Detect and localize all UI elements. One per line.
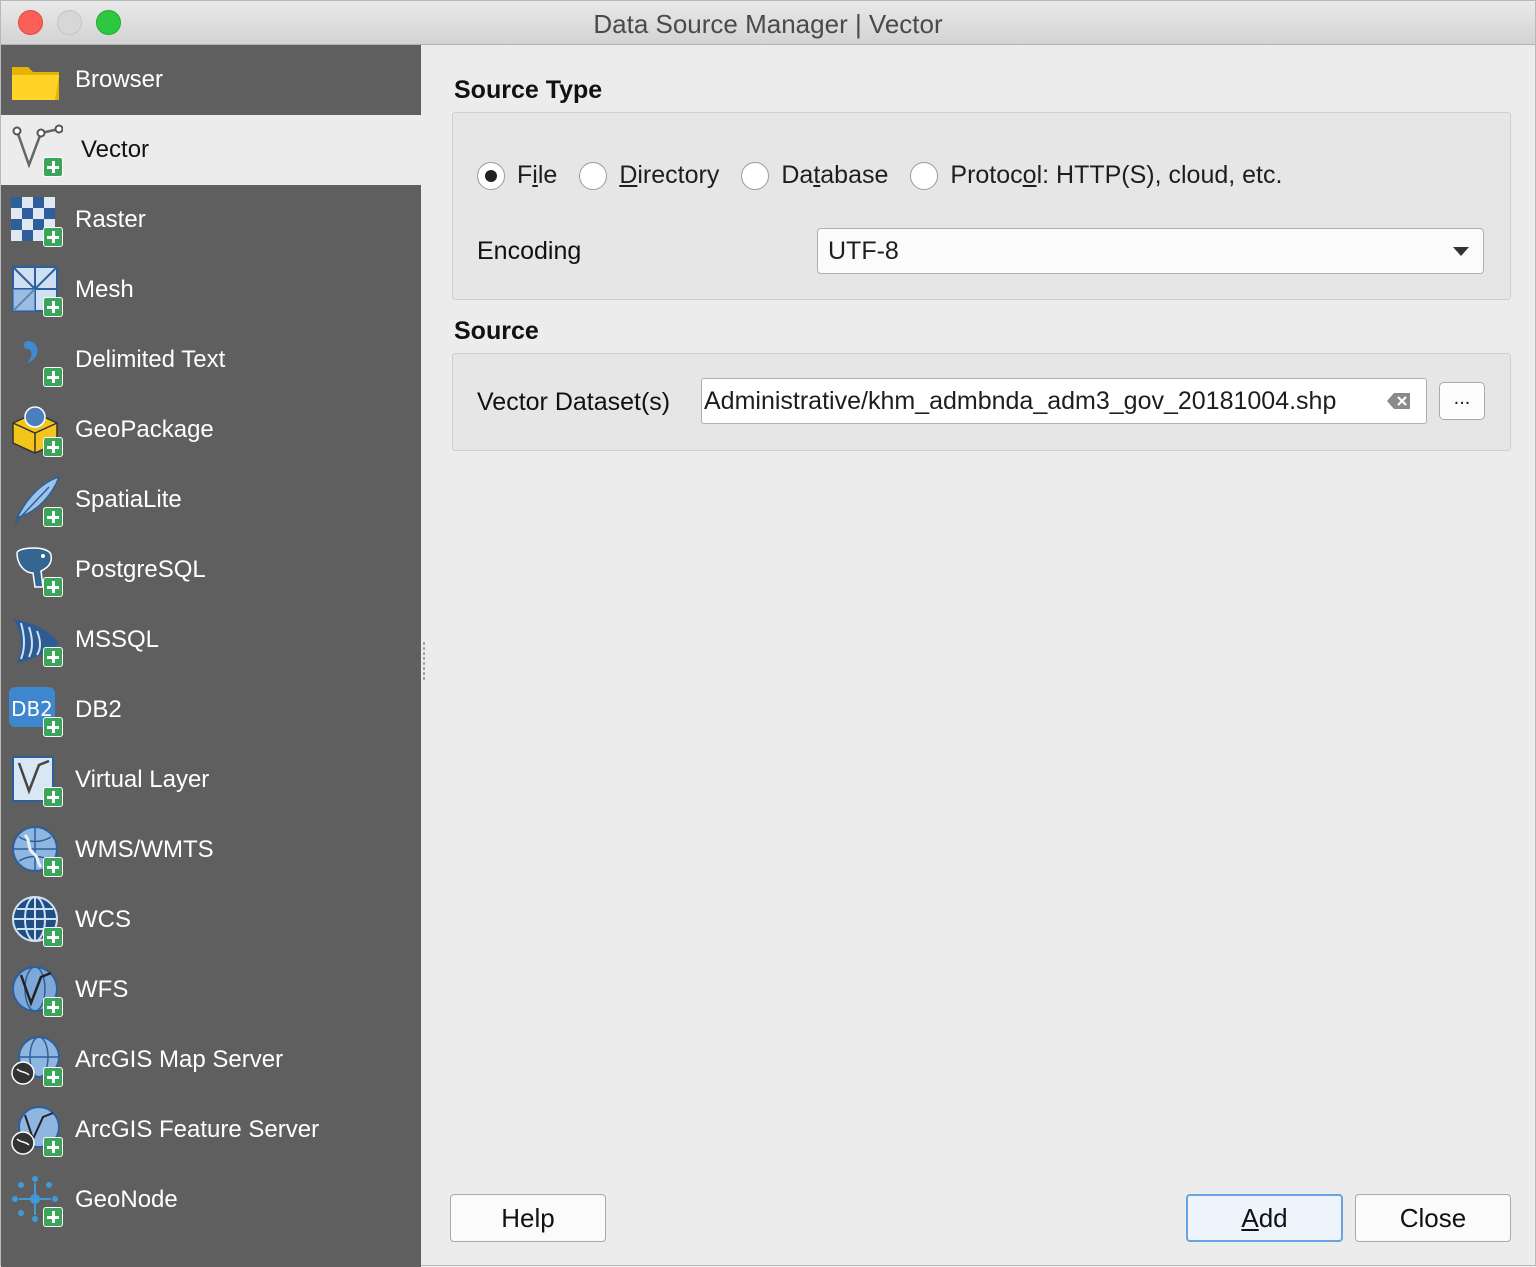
- splitter-handle[interactable]: [422, 641, 426, 681]
- add-plus-icon: [43, 647, 63, 667]
- source-type-radios: File Directory Database Protocol: HTTP(S…: [477, 161, 1304, 190]
- sidebar-item-browser[interactable]: Browser: [1, 45, 421, 115]
- add-plus-icon: [43, 227, 63, 247]
- sidebar-item-geopackage[interactable]: GeoPackage: [1, 395, 421, 465]
- add-plus-icon: [43, 927, 63, 947]
- radio-protocol-indicator: [910, 161, 939, 190]
- delimited-text-icon: [9, 333, 63, 387]
- add-plus-icon: [43, 1067, 63, 1087]
- sidebar-item-arcgis-feature-server[interactable]: ArcGIS Feature Server: [1, 1095, 421, 1165]
- postgresql-elephant-icon: [9, 543, 63, 597]
- geonode-icon: [9, 1173, 63, 1227]
- arcgis-feature-server-icon: [9, 1103, 63, 1157]
- help-button[interactable]: Help: [450, 1194, 606, 1242]
- dialog-window: Data Source Manager | Vector Browser Vec…: [0, 0, 1536, 1267]
- wcs-globe-icon: [9, 893, 63, 947]
- radio-directory-label: Directory: [619, 161, 720, 189]
- sidebar-item-vector[interactable]: Vector: [1, 115, 421, 185]
- wfs-globe-icon: [9, 963, 63, 1017]
- sidebar-item-mssql[interactable]: MSSQL: [1, 605, 421, 675]
- arcgis-map-server-icon: [9, 1033, 63, 1087]
- encoding-value: UTF-8: [828, 236, 899, 265]
- add-plus-icon: [43, 997, 63, 1017]
- vector-dataset-input[interactable]: Administrative/khm_admbnda_adm3_gov_2018…: [701, 378, 1427, 424]
- add-plus-icon: [43, 157, 63, 177]
- virtual-layer-icon: [9, 753, 63, 807]
- sidebar-item-geonode[interactable]: GeoNode: [1, 1165, 421, 1235]
- add-plus-icon: [43, 507, 63, 527]
- add-plus-icon: [43, 367, 63, 387]
- radio-directory[interactable]: Directory: [579, 161, 719, 190]
- add-plus-icon: [43, 437, 63, 457]
- sidebar-item-wfs[interactable]: WFS: [1, 955, 421, 1025]
- sidebar-item-virtual-layer[interactable]: Virtual Layer: [1, 745, 421, 815]
- radio-database[interactable]: Database: [741, 161, 888, 190]
- add-plus-icon: [43, 1137, 63, 1157]
- db2-icon: DB2: [9, 683, 63, 737]
- title-bar: Data Source Manager | Vector: [1, 1, 1535, 45]
- sidebar-item-arcgis-map-server[interactable]: ArcGIS Map Server: [1, 1025, 421, 1095]
- radio-database-indicator: [741, 161, 770, 190]
- source-group: Vector Dataset(s) Administrative/khm_adm…: [452, 353, 1511, 451]
- sidebar-item-delimited-text[interactable]: Delimited Text: [1, 325, 421, 395]
- sidebar-item-wms-wmts[interactable]: WMS/WMTS: [1, 815, 421, 885]
- radio-database-label: Database: [781, 161, 889, 189]
- source-type-title: Source Type: [454, 76, 603, 104]
- raster-icon: [9, 193, 63, 247]
- vector-dataset-label: Vector Dataset(s): [477, 388, 671, 416]
- add-plus-icon: [43, 717, 63, 737]
- wms-globe-icon: [9, 823, 63, 877]
- radio-file[interactable]: File: [477, 161, 557, 190]
- browse-button[interactable]: ...: [1439, 382, 1485, 420]
- encoding-dropdown[interactable]: UTF-8: [817, 228, 1484, 274]
- close-button[interactable]: Close: [1355, 1194, 1511, 1242]
- spatialite-feather-icon: [9, 473, 63, 527]
- add-plus-icon: [43, 297, 63, 317]
- add-plus-icon: [43, 787, 63, 807]
- folder-icon: [9, 53, 63, 107]
- add-button[interactable]: Add: [1186, 1194, 1343, 1242]
- sidebar-item-mesh[interactable]: Mesh: [1, 255, 421, 325]
- clear-text-icon[interactable]: [1386, 391, 1412, 411]
- chevron-down-icon: [1453, 247, 1469, 256]
- vector-dataset-value: Administrative/khm_admbnda_adm3_gov_2018…: [704, 386, 1337, 415]
- radio-file-indicator: [477, 161, 505, 190]
- radio-protocol-label: Protocol: HTTP(S), cloud, etc.: [950, 161, 1283, 189]
- sidebar-item-wcs[interactable]: WCS: [1, 885, 421, 955]
- add-plus-icon: [43, 577, 63, 597]
- source-title: Source: [454, 317, 539, 345]
- add-plus-icon: [43, 1207, 63, 1227]
- sidebar-item-db2[interactable]: DB2 DB2: [1, 675, 421, 745]
- geopackage-icon: [9, 403, 63, 457]
- add-plus-icon: [43, 857, 63, 877]
- radio-file-label: File: [517, 161, 558, 189]
- sidebar-item-postgresql[interactable]: PostgreSQL: [1, 535, 421, 605]
- mssql-icon: [9, 613, 63, 667]
- sidebar-item-raster[interactable]: Raster: [1, 185, 421, 255]
- source-type-group: File Directory Database Protocol: HTTP(S…: [452, 112, 1511, 300]
- vector-icon: [9, 123, 63, 177]
- sidebar: Browser Vector Raster Mesh Delimited Tex…: [1, 45, 421, 1267]
- window-title: Data Source Manager | Vector: [593, 9, 943, 39]
- radio-directory-indicator: [579, 161, 608, 190]
- radio-protocol[interactable]: Protocol: HTTP(S), cloud, etc.: [910, 161, 1282, 190]
- sidebar-item-spatialite[interactable]: SpatiaLite: [1, 465, 421, 535]
- mesh-icon: [9, 263, 63, 317]
- encoding-label: Encoding: [477, 237, 582, 265]
